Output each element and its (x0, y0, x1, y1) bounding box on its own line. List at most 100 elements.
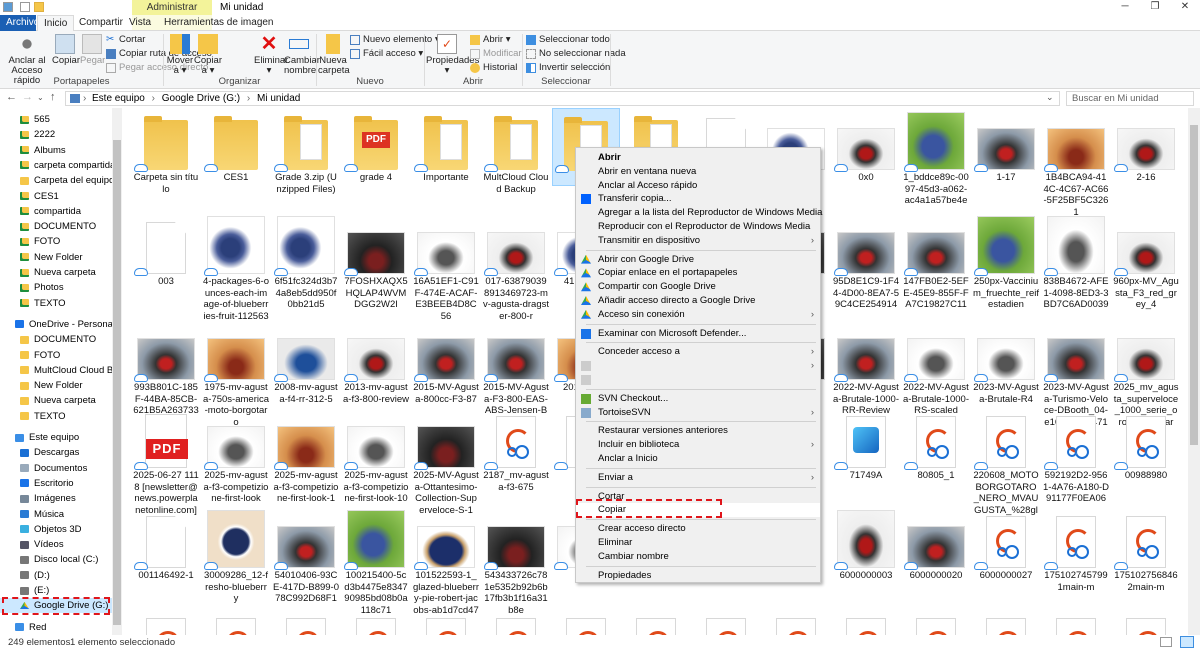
content-scroll-thumb[interactable] (1190, 125, 1198, 445)
file-item[interactable]: 017-638790398913469723-mv-agusta-dragste… (482, 212, 550, 322)
menu-item[interactable]: Acceso sin conexión › (576, 308, 820, 322)
sidebar-item[interactable]: Disco local (C:) (0, 552, 112, 567)
sidebar-item[interactable]: CES1 (0, 189, 112, 204)
sidebar-item[interactable]: OneDrive - Personal (0, 317, 112, 332)
sidebar-item[interactable]: Nueva carpeta (0, 265, 112, 280)
file-item[interactable] (762, 608, 830, 635)
tab-herramientas-imagen[interactable]: Herramientas de imagen (158, 15, 280, 31)
menu-item[interactable]: Reproducir con el Reproductor de Windows… (576, 220, 820, 234)
open-button[interactable]: Abrir ▾ (470, 33, 510, 46)
crumb-mi-unidad[interactable]: Mi unidad (257, 93, 300, 104)
file-item[interactable]: 6f51fc324d3b74a8eb5dd950f0bb21d5 (272, 212, 340, 311)
file-item[interactable]: PDF 2025-06-27 1118 [newsletter@news.powe… (132, 406, 200, 517)
sidebar-item[interactable]: Este equipo (0, 430, 112, 445)
sidebar-item[interactable]: Escritorio (0, 476, 112, 491)
sidebar-item[interactable]: TEXTO (0, 409, 112, 424)
menu-item[interactable]: SVN Checkout... (576, 392, 820, 406)
sidebar-item[interactable]: Albums (0, 143, 112, 158)
maximize-button[interactable]: ❐ (1140, 0, 1170, 15)
file-item[interactable]: 4-packages-6-ounces-each-image-of-bluebe… (202, 212, 270, 323)
file-item[interactable] (412, 608, 480, 635)
file-item[interactable]: PDF grade 4 (342, 108, 410, 184)
file-item[interactable] (1112, 608, 1180, 635)
sidebar-item[interactable]: TEXTO (0, 296, 112, 311)
tab-inicio[interactable]: Inicio (37, 15, 75, 31)
file-item[interactable]: 2-16 (1112, 108, 1180, 184)
move-to-button[interactable]: Mover a ▾ (166, 34, 194, 76)
sidebar-item[interactable]: (E:) (0, 583, 112, 598)
menu-item[interactable]: TortoiseSVN › (576, 406, 820, 420)
menu-item[interactable]: Transmitir en dispositivo › (576, 234, 820, 248)
crumb-este-equipo[interactable]: Este equipo (92, 93, 145, 104)
edit-button[interactable]: Modificar (470, 47, 522, 60)
file-item[interactable]: 592192D2-9561-4A76-A180-D91177F0EA06 (1042, 406, 1110, 505)
file-item[interactable]: 2025-mv-agusta-f3-competizione-first-loo… (342, 406, 410, 505)
file-item[interactable]: 543433726c781e5352b92b6b17fb3b1f16a31b8e (482, 506, 550, 616)
file-item[interactable]: 00988980 (1112, 406, 1180, 482)
tab-archivo[interactable]: Archivo (0, 15, 39, 31)
menu-item[interactable]: Cambiar nombre (576, 550, 820, 564)
menu-item[interactable]: Transferir copia... (576, 192, 820, 206)
sidebar-item[interactable]: New Folder (0, 378, 112, 393)
menu-item[interactable]: Agregar a la lista del Reproductor de Wi… (576, 206, 822, 220)
file-item[interactable]: 2022-MV-Agusta-Brutale-1000-RS-scaled (902, 318, 970, 417)
menu-item[interactable]: Propiedades (576, 569, 820, 583)
properties-button[interactable]: ✓ Propiedades ▾ (426, 34, 479, 76)
file-item[interactable]: 2025-mv-agusta-f3-competizione-first-loo… (202, 406, 270, 505)
sidebar-item[interactable]: Objetos 3D (0, 522, 112, 537)
file-item[interactable]: 71749A (832, 406, 900, 482)
menu-item[interactable]: Eliminar (576, 536, 820, 550)
sidebar-item[interactable]: Música (0, 507, 112, 522)
easy-access-button[interactable]: Fácil acceso ▾ (350, 47, 423, 60)
delete-button[interactable]: ✕ Eliminar ▾ (254, 34, 288, 76)
file-item[interactable]: 16A51EF1-C91F-474E-ACAF-E3BEEB4D8C56 (412, 212, 480, 322)
file-item[interactable] (482, 608, 550, 635)
menu-item[interactable]: Enviar a › (576, 471, 820, 485)
rename-button[interactable]: Cambiar nombre (284, 34, 320, 76)
menu-item[interactable]: Abrir con Google Drive (576, 253, 820, 267)
menu-item[interactable]: Anclar al Acceso rápido (576, 179, 820, 193)
sidebar-item[interactable]: compartida (0, 204, 112, 219)
sidebar-item[interactable]: 565 (0, 112, 112, 127)
file-item[interactable] (552, 608, 620, 635)
file-item[interactable]: 2023-MV-Agusta-Brutale-R4 (972, 318, 1040, 405)
history-button[interactable]: Historial (470, 61, 517, 74)
file-item[interactable]: 993B801C-185F-44BA-85CB-621B5A263733 (132, 318, 200, 417)
paste-button[interactable]: Pegar (80, 34, 105, 66)
file-item[interactable]: 2025-MV-Agusta-Ottantesimo-Collection-Su… (412, 406, 480, 516)
menu-item[interactable] (576, 373, 820, 387)
sidebar-item[interactable]: Documentos (0, 461, 112, 476)
file-item[interactable]: 6000000003 (832, 506, 900, 582)
file-item[interactable]: 2025-mv-agusta-f3-competizione-first-loo… (272, 406, 340, 505)
file-item[interactable]: 2187_mv-agusta-f3-675 (482, 406, 550, 493)
close-button[interactable]: ✕ (1170, 0, 1200, 15)
file-item[interactable] (132, 608, 200, 635)
invert-selection-button[interactable]: Invertir selección (526, 61, 610, 74)
copy-to-button[interactable]: Copiar a ▾ (194, 34, 222, 76)
menu-item[interactable]: Abrir en ventana nueva (576, 165, 820, 179)
file-item[interactable]: 1B4BCA94-414C-4C67-AC66-5F25BF5C3261 (1042, 108, 1110, 218)
file-item[interactable]: 1751027568462main-m (1112, 506, 1180, 593)
file-item[interactable]: Importante (412, 108, 480, 184)
recent-chevron-icon[interactable]: ⌄ (37, 93, 44, 102)
copy-button[interactable]: Copiar (52, 34, 80, 66)
file-item[interactable]: CES1 (202, 108, 270, 184)
sidebar-item[interactable]: MultCloud Cloud Backup (0, 363, 112, 378)
file-item[interactable]: 100215400-5cd3b4475e834790985bd08b0a118c… (342, 506, 410, 616)
menu-item[interactable]: › (576, 359, 820, 373)
sidebar-item[interactable]: Nueva carpeta (0, 393, 112, 408)
file-item[interactable] (972, 608, 1040, 635)
file-item[interactable] (342, 608, 410, 635)
file-item[interactable]: 250px-Vaccinium_fruechte_reifestadien (972, 212, 1040, 311)
file-item[interactable] (272, 608, 340, 635)
search-input[interactable]: Buscar en Mi unidad (1066, 91, 1194, 106)
sidebar-item[interactable]: Imágenes (0, 491, 112, 506)
menu-item[interactable]: Crear acceso directo (576, 522, 820, 536)
address-bar[interactable]: › Este equipo › Google Drive (G:) › Mi u… (65, 91, 1060, 106)
file-item[interactable]: 54010406-93CE-417D-B899-078C992D68F1 (272, 506, 340, 605)
menu-item[interactable]: Abrir (576, 151, 820, 165)
menu-item[interactable]: Conceder acceso a › (576, 345, 820, 359)
file-item[interactable]: 30009286_12-fresho-blueberry (202, 506, 270, 605)
file-item[interactable] (692, 608, 760, 635)
back-arrow-icon[interactable]: ← (6, 91, 17, 103)
